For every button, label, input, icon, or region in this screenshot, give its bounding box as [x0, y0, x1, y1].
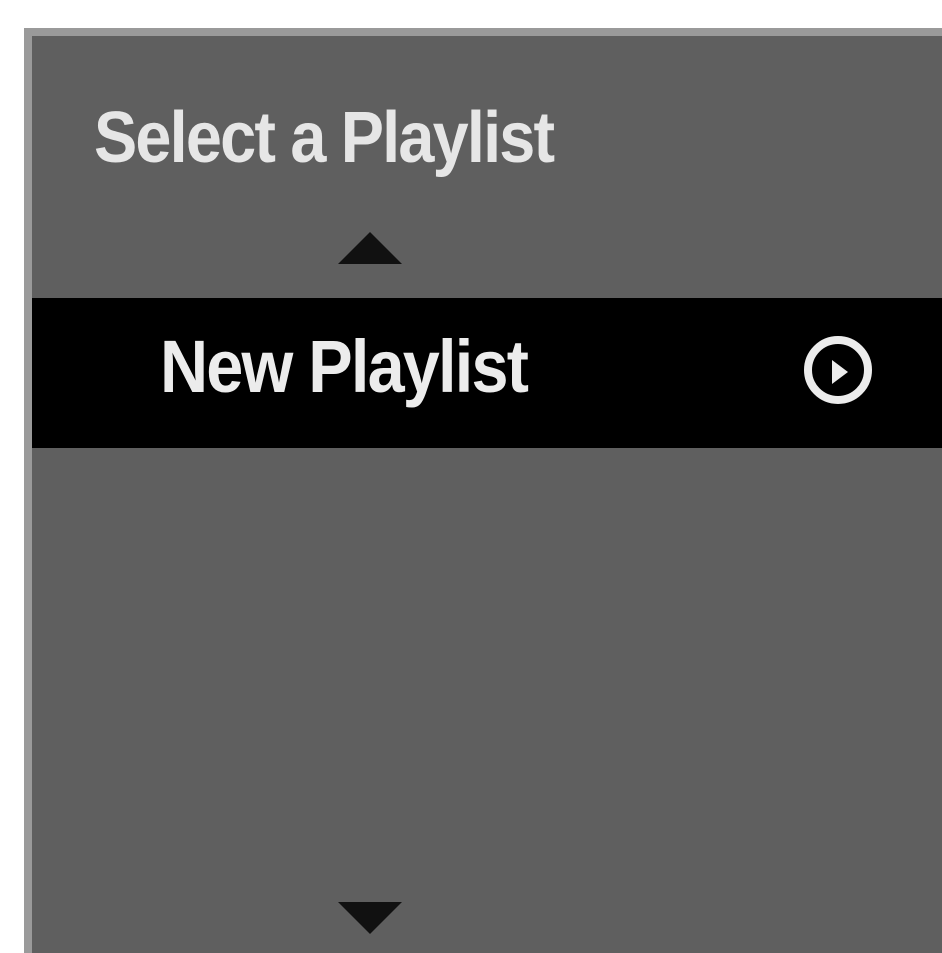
scroll-down-arrow-icon[interactable]	[338, 902, 402, 934]
dialog-title: Select a Playlist	[94, 98, 555, 178]
playlist-item-label: New Playlist	[160, 325, 529, 408]
play-circle-icon[interactable]	[804, 336, 872, 404]
playlist-selector-panel: Select a Playlist New Playlist	[24, 28, 942, 953]
playlist-item-new-playlist[interactable]: New Playlist	[32, 298, 942, 448]
scroll-up-arrow-icon[interactable]	[338, 232, 402, 264]
